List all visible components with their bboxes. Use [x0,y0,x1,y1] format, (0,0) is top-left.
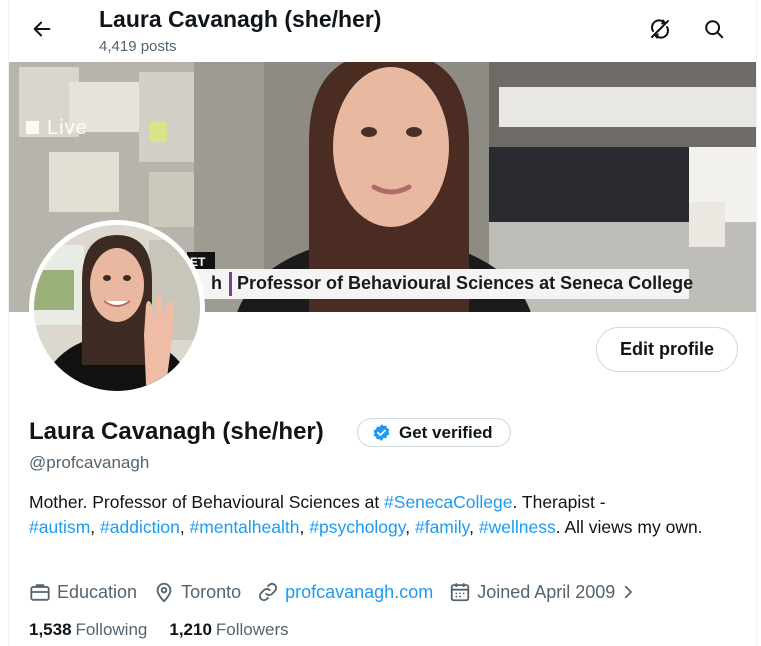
posts-count: 4,419 posts [99,38,177,55]
bio-separator: , [179,517,190,537]
bio-text: . Therapist - [512,492,606,512]
profile-handle: @profcavanagh [29,453,150,472]
meta-joined: Joined April 2009 [449,581,615,603]
profile-header-bar: Laura Cavanagh (she/her) 4,419 posts [9,0,756,62]
bio-separator: , [405,517,415,537]
back-button[interactable] [27,14,57,44]
avatar-image [34,225,200,391]
category-label: Education [57,581,138,602]
calendar-icon [451,583,470,602]
followers-count: 1,210 [169,620,212,639]
sync-button[interactable] [645,14,675,44]
bio-separator: , [90,517,101,537]
verified-badge-icon [373,424,390,441]
live-label: Live [47,117,88,139]
followers-label: Followers [215,620,289,639]
joined-label: Joined April 2009 [477,581,616,602]
profile-bio: Mother. Professor of Behavioural Science… [29,490,729,540]
hashtag-autism[interactable]: #autism [29,517,90,537]
live-icon [26,121,39,134]
banner-caption: Professor of Behavioural Sciences at Sen… [237,273,694,293]
chevron-right-icon[interactable] [619,583,637,601]
profile-meta: Education Toronto profcavanagh.com Joine… [29,578,637,606]
get-verified-button[interactable]: Get verified [357,418,511,447]
followers-link[interactable]: 1,210 Followers [169,620,288,640]
edit-profile-button[interactable]: Edit profile [596,327,738,372]
sync-off-icon [651,19,669,39]
following-count: 1,538 [29,620,72,639]
bio-separator: , [469,517,479,537]
location-label: Toronto [181,581,242,602]
bio-text: Mother. Professor of Behavioural Science… [29,492,385,512]
meta-location: Toronto [153,581,241,603]
banner-caption-prefix: h [211,273,222,293]
search-button[interactable] [699,14,729,44]
hashtag-addiction[interactable]: #addiction [100,517,180,537]
get-verified-label: Get verified [399,422,493,442]
bio-text: . All views my own. [555,517,703,537]
following-link[interactable]: 1,538 Following [29,620,147,640]
profile-name: Laura Cavanagh (she/her) [29,418,324,445]
meta-website[interactable]: profcavanagh.com [257,581,433,603]
bio-separator: , [299,517,310,537]
following-label: Following [75,620,148,639]
meta-category: Education [29,581,137,603]
website-link[interactable]: profcavanagh.com [285,582,433,603]
back-arrow-icon [33,21,51,37]
hashtag-psychology[interactable]: #psychology [309,517,405,537]
link-icon [259,582,278,602]
profile-stats: 1,538 Following 1,210 Followers [29,620,311,640]
location-pin-icon [156,582,172,603]
header-title: Laura Cavanagh (she/her) [99,6,382,32]
avatar[interactable] [29,220,205,396]
hashtag-family[interactable]: #family [415,517,469,537]
left-frame-border [0,0,9,646]
search-icon [705,20,724,39]
hashtag-mentalhealth[interactable]: #mentalhealth [190,517,300,537]
hashtag-senecacollege[interactable]: #SenecaCollege [384,492,512,512]
briefcase-icon [30,584,50,601]
hashtag-wellness[interactable]: #wellness [479,517,556,537]
right-frame-border [756,0,761,646]
